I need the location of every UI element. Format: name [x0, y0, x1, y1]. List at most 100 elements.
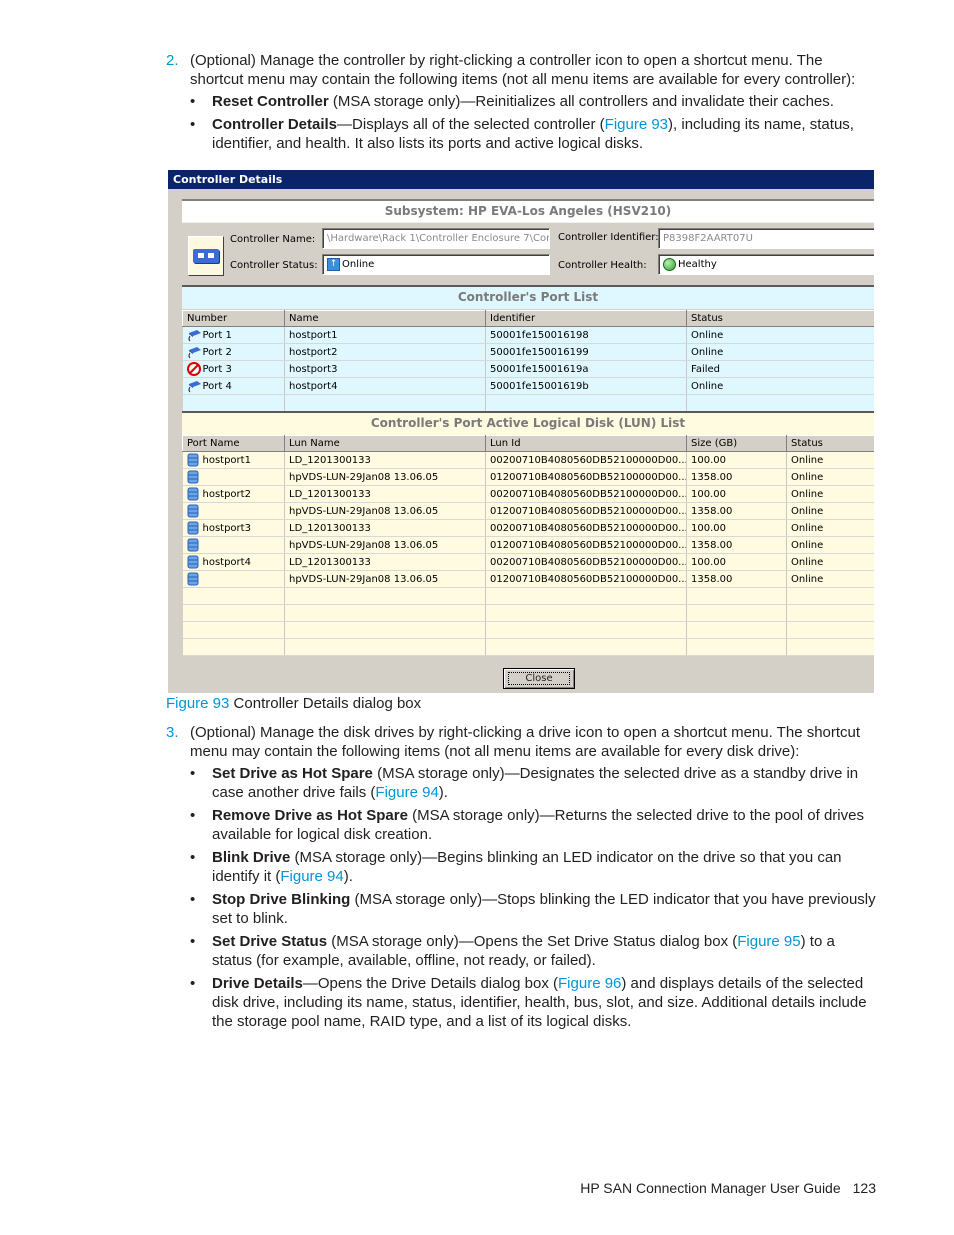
empty-cell: [182, 604, 285, 622]
empty-row: [182, 621, 874, 639]
bullet-item: • Controller Details—Displays all of the …: [190, 115, 878, 153]
table-row[interactable]: hpVDS-LUN-29Jan08 13.06.05 01200710B40805…: [182, 468, 874, 486]
lun-status-cell: Online: [786, 451, 874, 469]
empty-cell: [786, 621, 874, 639]
column-header[interactable]: Status: [786, 435, 874, 452]
controller-identifier-field[interactable]: P8398F2AART07U: [658, 228, 874, 249]
table-row[interactable]: hpVDS-LUN-29Jan08 13.06.05 01200710B40805…: [182, 502, 874, 520]
bullet-item: • Set Drive as Hot Spare (MSA storage onl…: [190, 764, 878, 802]
lun-id-cell: 01200710B4080560DB52100000D00...: [485, 536, 687, 554]
table-row[interactable]: hostport2 LD_1201300133 00200710B4080560DB…: [182, 485, 874, 503]
lun-port-cell: hostport3: [182, 519, 285, 537]
step-number: 3.: [166, 724, 179, 741]
bullet-text: ).: [438, 784, 448, 801]
disk-icon: [187, 487, 201, 501]
lun-status-cell: Online: [786, 536, 874, 554]
empty-cell: [182, 621, 285, 639]
empty-row: [182, 587, 874, 605]
controller-status-field[interactable]: ↑ Online: [322, 254, 550, 275]
table-row[interactable]: hostport4 LD_1201300133 00200710B4080560DB…: [182, 553, 874, 571]
column-header[interactable]: Port Name: [182, 435, 285, 452]
table-row[interactable]: Port 1 hostport1 50001fe150016198 Online: [182, 326, 874, 344]
empty-cell: [686, 394, 874, 412]
port-name-cell: hostport3: [284, 360, 486, 378]
lun-port-cell: [182, 502, 285, 520]
lun-status-cell: Online: [786, 553, 874, 571]
figure-link[interactable]: Figure 94: [375, 784, 438, 801]
disk-icon: [187, 453, 201, 467]
lun-size-cell: 100.00: [686, 553, 787, 571]
lun-name-cell: hpVDS-LUN-29Jan08 13.06.05: [284, 536, 486, 554]
empty-cell: [485, 394, 687, 412]
table-row[interactable]: hpVDS-LUN-29Jan08 13.06.05 01200710B40805…: [182, 536, 874, 554]
port-status-cell: Online: [686, 343, 874, 361]
menu-item-term: Stop Drive Blinking: [212, 891, 351, 908]
lun-name-cell: hpVDS-LUN-29Jan08 13.06.05: [284, 570, 486, 588]
bullet-text: —Opens the Drive Details dialog box (: [302, 975, 559, 992]
subsystem-label: Subsystem: HP EVA-Los Angeles (HSV210): [182, 199, 874, 223]
bullet-dot: •: [190, 849, 196, 866]
figure-caption: Figure 93 Controller Details dialog box: [166, 695, 421, 712]
column-header[interactable]: Size (GB): [686, 435, 787, 452]
menu-item-term: Reset Controller: [212, 93, 329, 110]
empty-cell: [786, 604, 874, 622]
lun-status-cell: Online: [786, 570, 874, 588]
figure-link[interactable]: Figure 93: [605, 116, 668, 133]
bullet-item: • Blink Drive (MSA storage only)—Begins b…: [190, 848, 878, 886]
figure-link[interactable]: Figure 94: [280, 868, 343, 885]
controller-details-dialog: Controller Details Subsystem: HP EVA-Los…: [168, 170, 874, 693]
lun-port-cell: hostport1: [182, 451, 285, 469]
port-failed-icon: [186, 362, 201, 376]
figure-link[interactable]: Figure 95: [737, 933, 800, 950]
lun-name-cell: hpVDS-LUN-29Jan08 13.06.05: [284, 502, 486, 520]
table-row[interactable]: Port 2 hostport2 50001fe150016199 Online: [182, 343, 874, 361]
port-number: Port 3: [202, 364, 232, 375]
table-row[interactable]: Port 3 hostport3 50001fe15001619a Failed: [182, 360, 874, 378]
bullet-dot: •: [190, 891, 196, 908]
disk-icon: [187, 538, 201, 552]
column-header[interactable]: Name: [284, 310, 486, 327]
column-header[interactable]: Lun Id: [485, 435, 687, 452]
port-number-cell: Port 2: [182, 343, 285, 361]
empty-cell: [485, 638, 687, 656]
bullet-text: ).: [343, 868, 353, 885]
online-arrow-icon: ↑: [327, 257, 340, 271]
empty-row: [182, 638, 874, 656]
column-header[interactable]: Number: [182, 310, 285, 327]
controller-name-field[interactable]: \Hardware\Rack 1\Controller Enclosure 7\…: [322, 228, 550, 249]
port-identifier-cell: 50001fe150016199: [485, 343, 687, 361]
step-2: 2. (Optional) Manage the controller by r…: [166, 51, 878, 157]
lun-port-name: hostport3: [202, 523, 251, 534]
controller-health-field[interactable]: Healthy: [658, 254, 874, 275]
bullet-list: • Reset Controller (MSA storage only)—Rei…: [190, 92, 878, 153]
page-number: 123: [852, 1180, 876, 1196]
column-header[interactable]: Identifier: [485, 310, 687, 327]
lun-size-cell: 1358.00: [686, 468, 787, 486]
empty-cell: [686, 621, 787, 639]
bullet-dot: •: [190, 807, 196, 824]
table-row[interactable]: hostport3 LD_1201300133 00200710B4080560DB…: [182, 519, 874, 537]
menu-item-term: Drive Details: [212, 975, 303, 992]
empty-cell: [284, 587, 486, 605]
lun-id-cell: 00200710B4080560DB52100000D00...: [485, 519, 687, 537]
empty-cell: [284, 604, 486, 622]
column-header[interactable]: Lun Name: [284, 435, 486, 452]
port-status-cell: Failed: [686, 360, 874, 378]
table-row[interactable]: Port 4 hostport4 50001fe15001619b Online: [182, 377, 874, 395]
lun-name-cell: LD_1201300133: [284, 485, 486, 503]
column-header[interactable]: Status: [686, 310, 874, 327]
port-list-title: Controller's Port List: [182, 285, 874, 309]
menu-item-term: Blink Drive: [212, 849, 291, 866]
bullet-text: (MSA storage only)—Opens the Set Drive S…: [327, 933, 738, 950]
bullet-item: • Remove Drive as Hot Spare (MSA storage …: [190, 806, 878, 844]
figure-text: Controller Details dialog box: [233, 695, 422, 712]
healthy-status-icon: [663, 257, 676, 271]
figure-link[interactable]: Figure 96: [558, 975, 621, 992]
lun-status-cell: Online: [786, 502, 874, 520]
controller-icon: [188, 236, 224, 276]
lun-size-cell: 100.00: [686, 519, 787, 537]
close-button[interactable]: Close: [503, 668, 575, 689]
table-row[interactable]: hpVDS-LUN-29Jan08 13.06.05 01200710B40805…: [182, 570, 874, 588]
port-icon: [187, 328, 201, 342]
table-row[interactable]: hostport1 LD_1201300133 00200710B4080560DB…: [182, 451, 874, 469]
